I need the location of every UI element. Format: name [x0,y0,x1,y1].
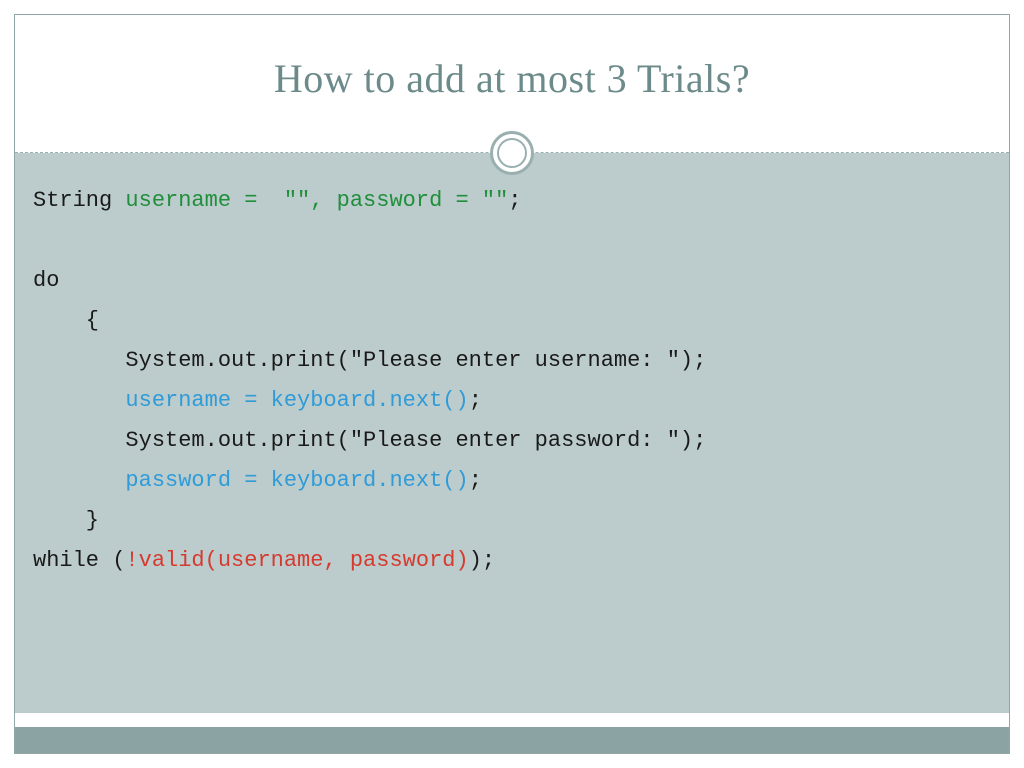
code-text: do [33,268,59,293]
code-text: while ( [33,548,125,573]
code-text: String [33,188,125,213]
code-text: !valid(username, password) [125,548,468,573]
ring-icon [490,131,534,175]
code-text [33,388,125,413]
code-text [33,468,125,493]
code-text: System.out.print("Please enter username:… [33,348,706,373]
code-text: password = keyboard.next() [125,468,468,493]
code-text: ; [469,388,482,413]
code-text: ; [469,468,482,493]
code-text: } [33,508,99,533]
slide-title: How to add at most 3 Trials? [15,15,1009,102]
slide-header: How to add at most 3 Trials? [15,15,1009,153]
code-text: username = "", password = "" [125,188,508,213]
slide: How to add at most 3 Trials? String user… [14,14,1010,754]
code-text: username = keyboard.next() [125,388,468,413]
code-text: ; [508,188,521,213]
footer-bar [15,727,1009,753]
code-block: String username = "", password = ""; do … [15,153,1009,713]
code-text: ); [469,548,495,573]
code-text: System.out.print("Please enter password:… [33,428,706,453]
code-text: { [33,308,99,333]
